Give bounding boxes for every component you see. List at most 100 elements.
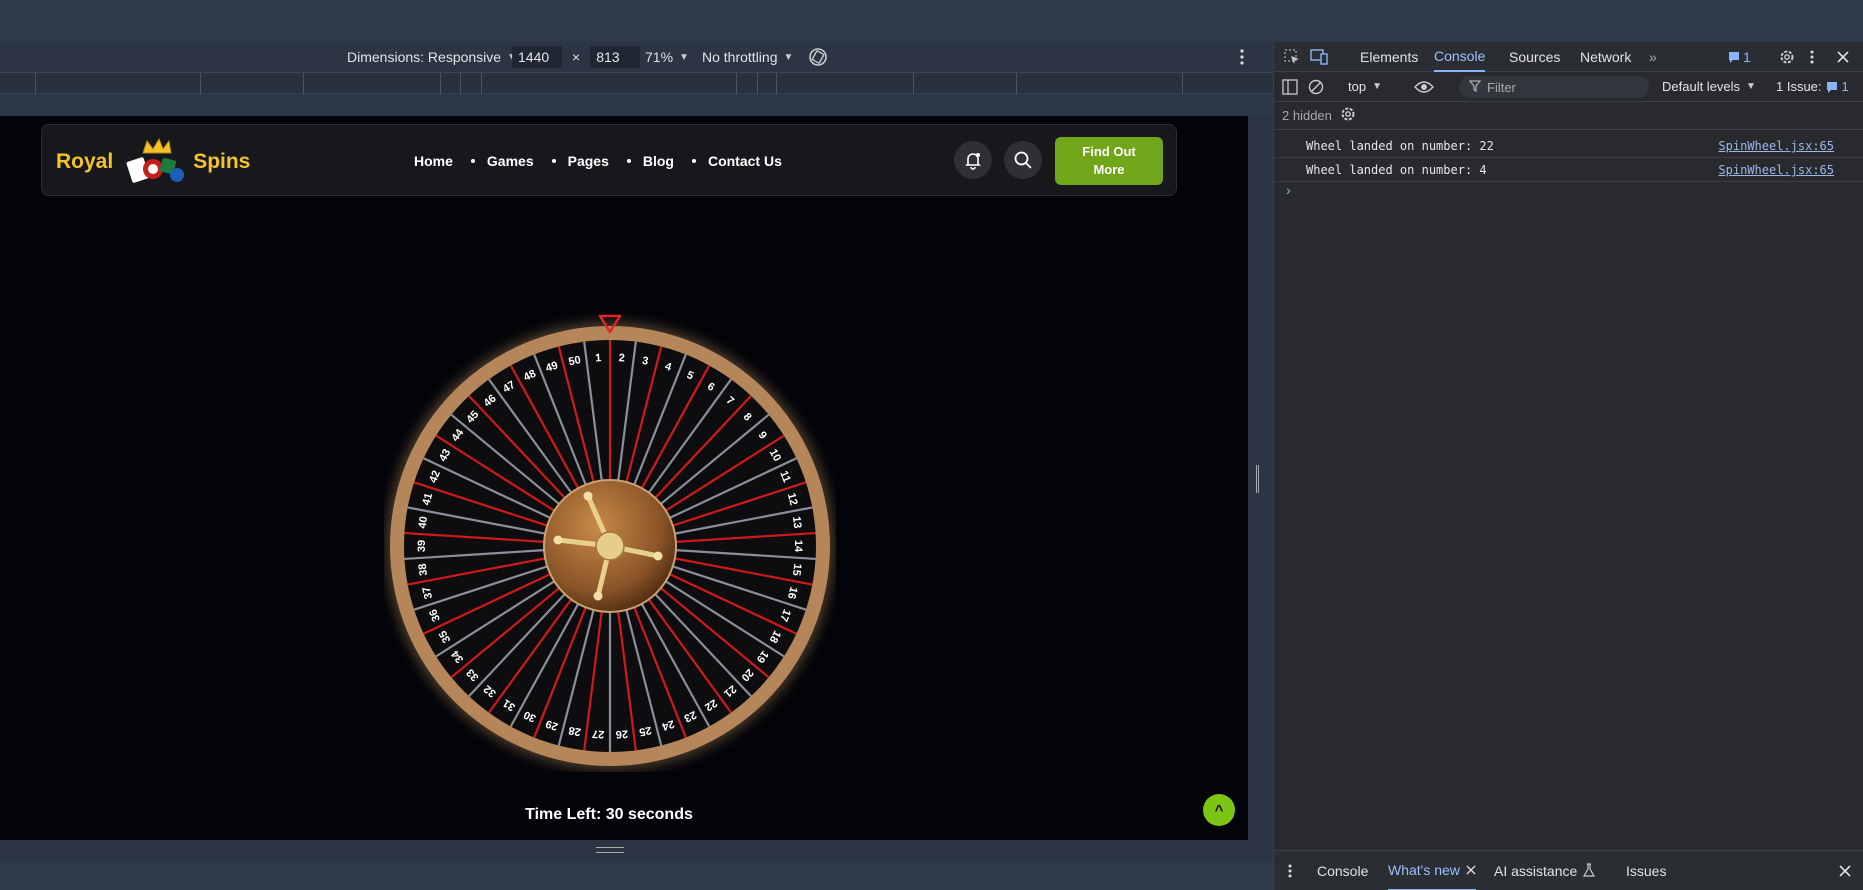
drawer-menu-icon[interactable]: [1288, 851, 1292, 890]
wheel-number-label: 28: [568, 724, 582, 738]
zoom-dropdown[interactable]: 71% ▼: [645, 42, 689, 72]
issues-link[interactable]: 1 Issue: 1: [1776, 79, 1849, 94]
tab-console[interactable]: Console: [1434, 42, 1486, 72]
chevron-down-icon: ▼: [679, 51, 689, 63]
rotate-icon[interactable]: [807, 42, 829, 72]
viewport-width-resize-handle[interactable]: [1256, 465, 1259, 493]
wheel-number-label: 25: [638, 724, 652, 738]
drawer-tab-console[interactable]: Console: [1317, 851, 1368, 890]
clear-console-icon[interactable]: [1308, 79, 1324, 98]
settings-gear-icon[interactable]: [1779, 42, 1795, 72]
nav-separator-dot: [551, 159, 556, 163]
nav-pages[interactable]: Pages: [568, 153, 609, 169]
close-drawer-icon[interactable]: [1839, 851, 1851, 890]
issues-count: 1: [1841, 79, 1849, 94]
inspect-element-icon[interactable]: [1284, 42, 1300, 72]
hub-arm-knob: [593, 591, 603, 601]
close-tab-icon[interactable]: [1466, 862, 1476, 878]
sidebar-toggle-icon[interactable]: [1282, 79, 1298, 98]
search-button[interactable]: [1004, 141, 1042, 179]
flask-icon: [1583, 862, 1596, 880]
nav-separator-dot: [691, 159, 696, 163]
log-source-link[interactable]: SpinWheel.jsx:65: [1718, 163, 1834, 177]
browser-top-chrome: [0, 0, 1863, 42]
spin-wheel-graphic: 1 2 3 4567891011121314151617181920212223242…: [386, 314, 834, 770]
tab-sources[interactable]: Sources: [1509, 42, 1560, 72]
wheel-number-label: 39: [416, 540, 428, 552]
nav-games[interactable]: Games: [487, 153, 534, 169]
drawer-tab-issues[interactable]: Issues: [1626, 851, 1666, 890]
device-toolbar-toggle-icon[interactable]: [1310, 42, 1328, 72]
site-navbar: Royal Spins Home Games Pages Blog Contac…: [41, 124, 1177, 196]
logo-text-royal: Royal: [56, 150, 114, 173]
hidden-count-label: 2 hidden: [1282, 108, 1332, 123]
zoom-value: 71%: [645, 49, 674, 65]
drawer-tab-whats-new[interactable]: What's new: [1388, 851, 1476, 890]
chevron-down-icon: ▼: [1372, 81, 1382, 92]
issues-badge-count: 1: [1743, 49, 1751, 65]
nav-contact-us[interactable]: Contact Us: [708, 153, 782, 169]
log-message: Wheel landed on number: 22: [1306, 139, 1494, 153]
nav-home[interactable]: Home: [414, 153, 453, 169]
drawer-tab-ai-label: AI assistance: [1494, 863, 1578, 879]
wheel-number-label: 26: [615, 727, 628, 740]
find-out-more-button[interactable]: Find Out More: [1055, 137, 1163, 185]
more-options-icon[interactable]: [1240, 42, 1244, 72]
notification-bell-button[interactable]: [954, 141, 992, 179]
message-icon: [1729, 52, 1739, 63]
dimensions-label: Dimensions: Responsive: [347, 49, 502, 65]
devtools-panel: Elements Console Sources Network » 1 top…: [1273, 42, 1863, 890]
hub-center-knob: [595, 531, 625, 561]
viewport-bottom-gutter: [0, 840, 1273, 862]
bell-icon: [963, 150, 983, 170]
nav-blog[interactable]: Blog: [643, 153, 674, 169]
device-toolbar: Dimensions: Responsive ▼ 1440 × 813 71% …: [0, 42, 1273, 72]
viewport-right-gutter: [1248, 116, 1273, 840]
throttling-dropdown[interactable]: No throttling ▼: [702, 42, 793, 72]
console-prompt[interactable]: ›: [1286, 182, 1291, 198]
context-value: top: [1348, 79, 1367, 94]
viewport-height-resize-handle[interactable]: [596, 847, 624, 853]
console-log-row: Wheel landed on number: 4 SpinWheel.jsx:…: [1274, 158, 1863, 182]
log-source-link[interactable]: SpinWheel.jsx:65: [1718, 139, 1834, 153]
width-input[interactable]: 1440: [512, 46, 562, 68]
search-icon: [1013, 150, 1033, 170]
dimensions-dropdown[interactable]: Dimensions: Responsive ▼: [347, 42, 517, 72]
tab-network[interactable]: Network: [1580, 42, 1631, 72]
dimension-separator: ×: [572, 49, 581, 65]
log-levels-value: Default levels: [1662, 79, 1741, 94]
spin-wheel[interactable]: 1 2 3 4 5 6 7 8 9 10 11 12 13 14 15 16 17 18 19 20 21 22 23 24 2…: [384, 306, 836, 772]
issues-label: 1 Issue:: [1776, 79, 1822, 94]
more-tabs-icon[interactable]: »: [1649, 42, 1657, 72]
log-message: Wheel landed on number: 4: [1306, 163, 1487, 177]
scroll-to-top-button[interactable]: ^: [1203, 794, 1235, 826]
console-log-row: Wheel landed on number: 22 SpinWheel.jsx…: [1274, 134, 1863, 158]
console-settings-gear-icon[interactable]: [1340, 106, 1356, 125]
wheel-number-label: 40: [417, 516, 430, 530]
context-dropdown[interactable]: top ▼: [1348, 79, 1382, 94]
wheel-number-label: 15: [790, 563, 803, 577]
console-toolbar: top ▼ Filter Default levels ▼ 1 Issue: 1: [1274, 72, 1863, 102]
media-query-ruler[interactable]: [0, 72, 1273, 95]
site-logo[interactable]: Royal Spins: [56, 137, 250, 187]
height-input[interactable]: 813: [590, 46, 641, 68]
wheel-number-label: 50: [568, 354, 582, 368]
wheel-number-label: 2: [618, 352, 625, 364]
console-filter-input[interactable]: Filter: [1459, 76, 1649, 98]
message-icon: [1826, 81, 1837, 93]
live-expression-eye-icon[interactable]: [1414, 80, 1434, 97]
page-viewport: Royal Spins Home Games Pages Blog Contac…: [0, 116, 1248, 840]
drawer-tab-ai-assistance[interactable]: AI assistance: [1494, 851, 1596, 890]
log-levels-dropdown[interactable]: Default levels ▼: [1662, 79, 1756, 94]
tab-elements[interactable]: Elements: [1360, 42, 1418, 72]
close-devtools-icon[interactable]: [1837, 42, 1849, 72]
wheel-number-label: 1: [595, 352, 602, 364]
devtools-menu-icon[interactable]: [1810, 42, 1814, 72]
nav-separator-dot: [626, 159, 631, 163]
chevron-down-icon: ▼: [783, 51, 794, 63]
hub-arm-knob: [653, 551, 663, 561]
wheel-number-label: 14: [792, 540, 804, 553]
wheel-number-label: 38: [417, 563, 430, 577]
logo-text-spins: Spins: [193, 150, 251, 173]
issues-counter-button[interactable]: 1: [1728, 42, 1751, 72]
